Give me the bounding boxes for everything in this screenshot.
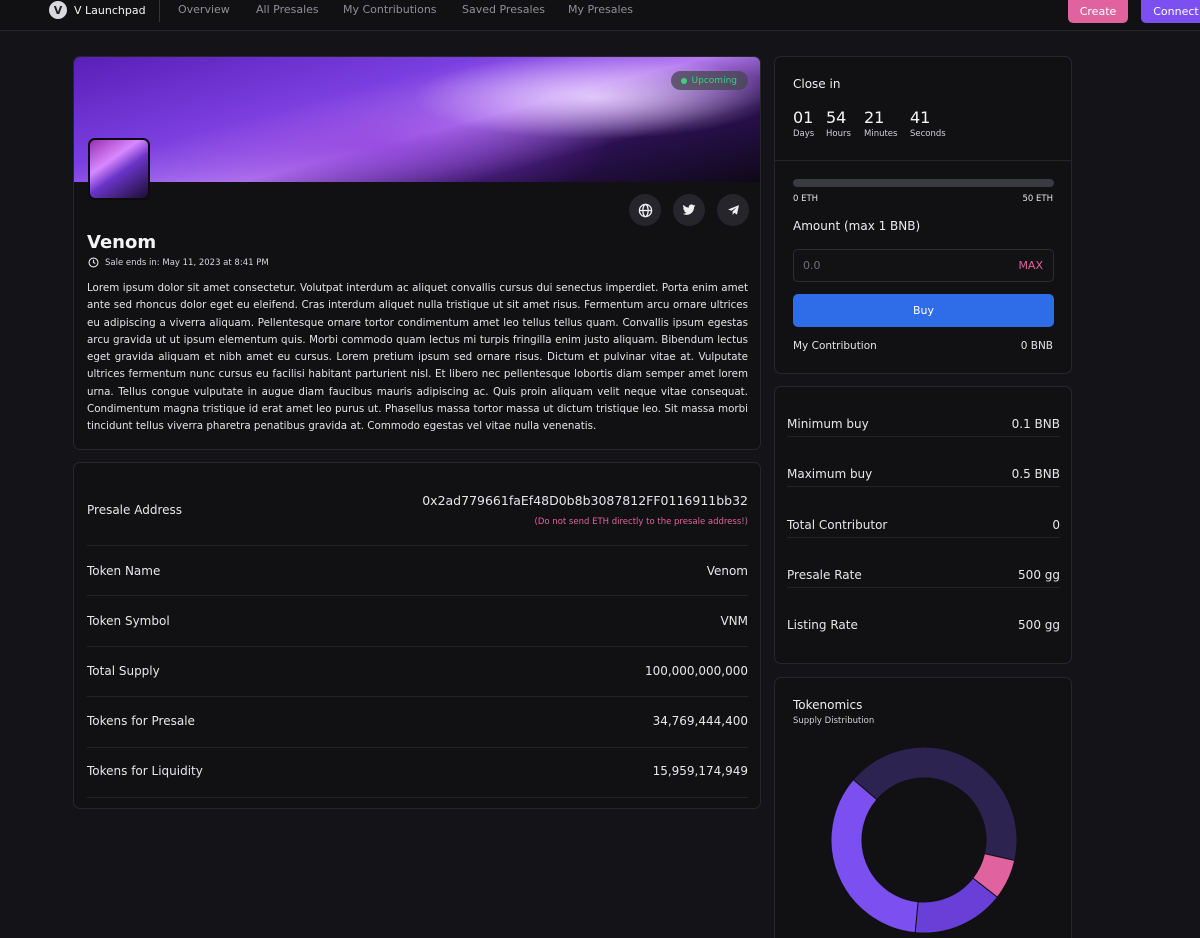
stat-label: Listing Rate bbox=[787, 618, 858, 632]
nav-link-all-presales[interactable]: All Presales bbox=[256, 3, 319, 16]
brand[interactable]: V V Launchpad bbox=[49, 0, 146, 20]
website-button[interactable] bbox=[629, 194, 661, 226]
stat-label: Total Contributor bbox=[787, 518, 888, 532]
info-value: Venom bbox=[706, 564, 748, 578]
nav-divider bbox=[159, 0, 160, 22]
telegram-button[interactable] bbox=[717, 194, 749, 226]
info-value: VNM bbox=[720, 614, 748, 628]
brand-name: V Launchpad bbox=[74, 3, 146, 17]
amount-field: MAX bbox=[793, 249, 1054, 282]
twitter-button[interactable] bbox=[673, 194, 705, 226]
progress-max-label: 50 ETH bbox=[1022, 194, 1053, 204]
nav-link-my-contributions[interactable]: My Contributions bbox=[343, 3, 437, 16]
stat-row: Total Contributor 0 bbox=[787, 488, 1060, 538]
stat-row: Listing Rate 500 gg bbox=[787, 588, 1060, 638]
sale-ends-text: Sale ends in: May 11, 2023 at 8:41 PM bbox=[105, 257, 269, 268]
info-row: Tokens for Liquidity 15,959,174,949 bbox=[87, 748, 748, 798]
connect-button[interactable]: Connect bbox=[1141, 0, 1200, 23]
countdown-hours: 54 bbox=[826, 108, 847, 127]
amount-label: Amount (max 1 BNB) bbox=[793, 219, 921, 233]
status-dot-icon bbox=[680, 77, 687, 84]
project-avatar bbox=[88, 138, 150, 200]
stat-row: Maximum buy 0.5 BNB bbox=[787, 437, 1060, 487]
telegram-icon bbox=[727, 204, 739, 215]
status-badge: Upcoming bbox=[670, 71, 748, 90]
sale-ends: Sale ends in: May 11, 2023 at 8:41 PM bbox=[88, 257, 269, 268]
info-label: Presale Address bbox=[87, 503, 183, 517]
token-info-card: Presale Address 0x2ad779661faEf48D0b8b30… bbox=[73, 462, 761, 809]
info-value: 15,959,174,949 bbox=[652, 764, 748, 778]
max-button[interactable]: MAX bbox=[1018, 259, 1043, 272]
brand-logo: V bbox=[49, 1, 67, 19]
info-value: 100,000,000,000 bbox=[644, 664, 748, 678]
divider bbox=[775, 160, 1071, 161]
progress-min-label: 0 ETH bbox=[793, 194, 819, 204]
stat-value: 500 gg bbox=[1018, 568, 1060, 582]
stat-value: 0.1 BNB bbox=[1011, 417, 1060, 431]
stat-row: Minimum buy 0.1 BNB bbox=[787, 387, 1060, 437]
stat-label: Maximum buy bbox=[787, 467, 873, 481]
clock-icon bbox=[88, 257, 99, 268]
presale-stats-card: Minimum buy 0.1 BNB Maximum buy 0.5 BNB … bbox=[774, 386, 1072, 664]
countdown-hours-label: Hours bbox=[826, 129, 851, 139]
info-value: 34,769,444,400 bbox=[652, 714, 748, 728]
twitter-icon bbox=[682, 204, 696, 215]
info-row: Tokens for Presale 34,769,444,400 bbox=[87, 697, 748, 748]
stat-label: Presale Rate bbox=[787, 568, 862, 582]
my-contribution-value: 0 BNB bbox=[1020, 340, 1053, 352]
donut-slice bbox=[830, 778, 919, 934]
project-card: Upcoming Venom Sale ends in: May 11, 202… bbox=[73, 56, 761, 450]
stat-value: 500 gg bbox=[1018, 618, 1060, 632]
countdown-minutes-label: Minutes bbox=[864, 129, 898, 139]
tokenomics-subtitle: Supply Distribution bbox=[793, 716, 875, 726]
project-description: Lorem ipsum dolor sit amet consectetur. … bbox=[87, 282, 748, 433]
amount-input[interactable] bbox=[803, 250, 1003, 281]
stat-value: 0.5 BNB bbox=[1011, 467, 1060, 481]
buy-card: Close in 01 Days 54 Hours 21 Minutes 41 … bbox=[774, 56, 1072, 374]
info-row: Token Name Venom bbox=[87, 546, 748, 596]
nav-link-my-presales[interactable]: My Presales bbox=[568, 3, 633, 16]
status-label: Upcoming bbox=[691, 75, 737, 86]
tokenomics-donut-chart bbox=[830, 746, 1018, 934]
tokenomics-title: Tokenomics bbox=[793, 698, 863, 712]
countdown-seconds-label: Seconds bbox=[910, 129, 946, 139]
info-label: Tokens for Liquidity bbox=[87, 764, 203, 778]
countdown-days: 01 bbox=[793, 108, 814, 127]
nav-link-overview[interactable]: Overview bbox=[178, 3, 230, 16]
countdown-minutes: 21 bbox=[864, 108, 885, 127]
info-label: Token Symbol bbox=[87, 614, 170, 628]
stat-row: Presale Rate 500 gg bbox=[787, 538, 1060, 588]
close-in-label: Close in bbox=[793, 77, 841, 91]
donut-slice bbox=[852, 746, 1018, 862]
globe-icon bbox=[638, 203, 652, 217]
raise-progress-bar bbox=[793, 179, 1054, 187]
info-label: Tokens for Presale bbox=[87, 714, 195, 728]
info-label: Total Supply bbox=[87, 664, 160, 678]
create-button[interactable]: Create bbox=[1068, 0, 1128, 23]
stat-value: 0 bbox=[1052, 518, 1060, 532]
info-label: Token Name bbox=[87, 564, 161, 578]
info-row: Total Supply 100,000,000,000 bbox=[87, 647, 748, 697]
presale-warning: (Do not send ETH directly to the presale… bbox=[534, 517, 748, 527]
countdown-seconds: 41 bbox=[910, 108, 931, 127]
presale-address[interactable]: 0x2ad779661faEf48D0b8b3087812FF0116911bb… bbox=[422, 493, 748, 508]
tokenomics-card: Tokenomics Supply Distribution bbox=[774, 677, 1072, 938]
project-banner: Upcoming bbox=[74, 57, 760, 182]
stat-label: Minimum buy bbox=[787, 417, 869, 431]
top-nav: V V Launchpad Overview All Presales My C… bbox=[0, 0, 1200, 31]
info-row: Token Symbol VNM bbox=[87, 596, 748, 647]
nav-link-saved-presales[interactable]: Saved Presales bbox=[462, 3, 545, 16]
info-row-presale-address: Presale Address 0x2ad779661faEf48D0b8b30… bbox=[87, 463, 748, 546]
my-contribution-label: My Contribution bbox=[793, 340, 877, 352]
project-name: Venom bbox=[87, 232, 157, 253]
buy-button[interactable]: Buy bbox=[793, 294, 1054, 327]
countdown-days-label: Days bbox=[793, 129, 815, 139]
